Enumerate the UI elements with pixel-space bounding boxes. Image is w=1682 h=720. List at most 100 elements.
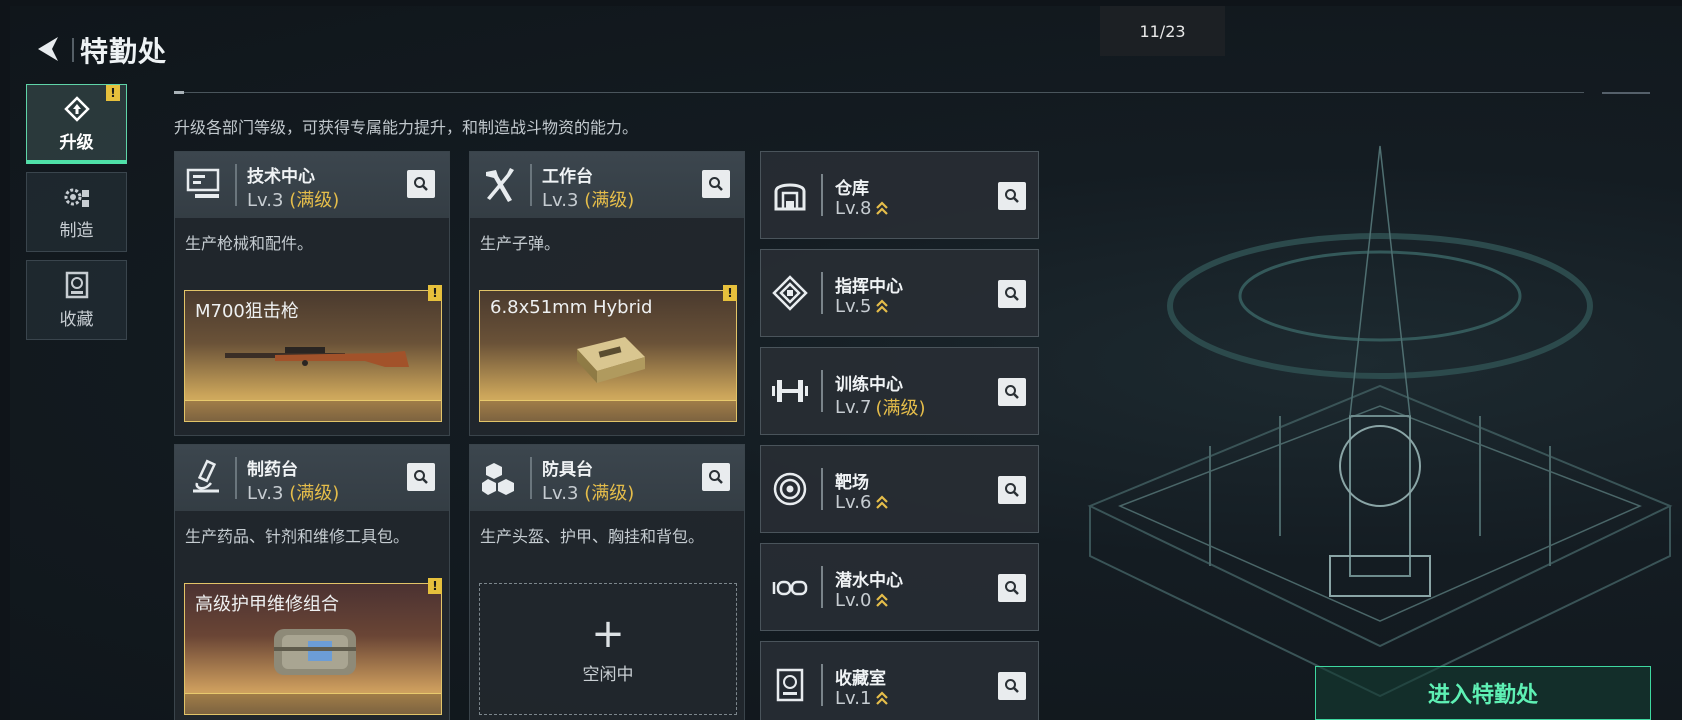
upgrade-available-icon xyxy=(876,200,889,215)
page-title: 特勤处 xyxy=(80,35,168,68)
room-level: Lv.5 xyxy=(835,296,889,317)
enter-special-ops-button[interactable]: 进入特勤处 xyxy=(1315,666,1651,720)
craft-slot[interactable]: M700狙击枪 ! xyxy=(184,285,442,422)
facility-name: 防具台 xyxy=(542,460,593,480)
gears-icon xyxy=(64,188,89,207)
trophy-case-icon xyxy=(65,271,88,298)
max-level-tag: (满级) xyxy=(875,398,926,419)
room-name: 靶场 xyxy=(835,473,869,493)
header-separator xyxy=(235,457,237,499)
facility-card-armor-bench[interactable]: 防具台 Lv.3 (满级) 生产头盔、护甲、胸挂和背包。 + 空闲中 xyxy=(469,444,745,720)
base-blueprint-illustration xyxy=(1050,86,1682,720)
search-icon xyxy=(414,470,428,484)
nav-upgrade-label: 升级 xyxy=(59,132,94,153)
facility-level: Lv.3 (满级) xyxy=(247,190,340,211)
facility-name: 制药台 xyxy=(247,460,298,480)
search-icon xyxy=(1005,483,1019,497)
facility-name: 工作台 xyxy=(542,167,593,187)
cubes-icon xyxy=(478,453,522,503)
computer-icon xyxy=(183,160,227,210)
inspect-button[interactable] xyxy=(407,170,435,198)
search-icon xyxy=(1005,189,1019,203)
inspect-button[interactable] xyxy=(998,574,1026,602)
idle-label: 空闲中 xyxy=(582,664,634,685)
inspect-button[interactable] xyxy=(998,672,1026,700)
plus-icon: + xyxy=(591,610,625,657)
room-name: 训练中心 xyxy=(835,375,903,395)
hammer-wrench-icon xyxy=(478,160,522,210)
inspect-button[interactable] xyxy=(407,463,435,491)
separator xyxy=(821,468,823,510)
nav-collection-label: 收藏 xyxy=(59,309,94,330)
room-card-diving-center[interactable]: 潜水中心 Lv.0 xyxy=(760,543,1039,631)
header-separator xyxy=(72,38,74,62)
separator xyxy=(821,566,823,608)
ammo-box-image xyxy=(510,325,710,389)
room-card-command-center[interactable]: 指挥中心 Lv.5 xyxy=(760,249,1039,337)
game-screen: 11/23 特勤处 升级 ! 制造 收藏 升级各部门等级，可获得专属能力提升，和… xyxy=(10,6,1682,720)
craft-item-name: 高级护甲维修组合 xyxy=(195,594,339,615)
facility-description: 生产头盔、护甲、胸挂和背包。 xyxy=(480,527,705,546)
inspect-button[interactable] xyxy=(702,463,730,491)
room-card-shooting-range[interactable]: 靶场 Lv.6 xyxy=(760,445,1039,533)
search-icon xyxy=(414,177,428,191)
page-counter: 11/23 xyxy=(1100,6,1225,56)
inspect-button[interactable] xyxy=(702,170,730,198)
back-arrow-icon xyxy=(38,37,58,61)
idle-slot[interactable]: + 空闲中 xyxy=(479,583,737,715)
header-separator xyxy=(235,164,237,206)
room-level: Lv.7 (满级) xyxy=(835,394,926,420)
inspect-button[interactable] xyxy=(998,378,1026,406)
back-button[interactable] xyxy=(28,29,66,69)
room-card-collection-room[interactable]: 收藏室 Lv.1 xyxy=(760,641,1039,720)
facility-card-tech-center[interactable]: 技术中心 Lv.3 (满级) 生产枪械和配件。 M700狙击枪 ! xyxy=(174,151,450,436)
room-card-training-center[interactable]: 训练中心 Lv.7 (满级) xyxy=(760,347,1039,435)
inspect-button[interactable] xyxy=(998,280,1026,308)
facility-level: Lv.3 (满级) xyxy=(542,190,635,211)
facility-card-header: 工作台 Lv.3 (满级) xyxy=(470,152,744,218)
facility-card-workbench[interactable]: 工作台 Lv.3 (满级) 生产子弹。 6.8x51mm Hybrid ! xyxy=(469,151,745,436)
alert-badge: ! xyxy=(106,85,120,101)
microscope-icon xyxy=(183,453,227,503)
header-separator xyxy=(530,457,532,499)
craft-item-name: M700狙击枪 xyxy=(195,301,299,322)
craft-slot[interactable]: 高级护甲维修组合 ! xyxy=(184,578,442,715)
upgrade-available-icon xyxy=(876,494,889,509)
facility-card-header: 防具台 Lv.3 (满级) xyxy=(470,445,744,511)
facility-description: 生产子弹。 xyxy=(480,234,561,253)
facility-card-header: 技术中心 Lv.3 (满级) xyxy=(175,152,449,218)
room-level: Lv.6 xyxy=(835,492,889,513)
room-card-warehouse[interactable]: 仓库 Lv.8 xyxy=(760,151,1039,239)
alert-badge: ! xyxy=(428,578,442,594)
collection-icon xyxy=(769,662,811,708)
nav-collection[interactable]: 收藏 xyxy=(26,260,127,340)
separator xyxy=(821,664,823,706)
room-level: Lv.0 xyxy=(835,590,889,611)
craft-item-name: 6.8x51mm Hybrid xyxy=(490,297,653,318)
search-icon xyxy=(1005,679,1019,693)
command-icon xyxy=(769,270,811,316)
room-name: 仓库 xyxy=(835,179,869,199)
max-level-tag: (满级) xyxy=(584,483,635,504)
header-separator xyxy=(530,164,532,206)
nav-upgrade[interactable]: 升级 ! xyxy=(26,84,127,164)
upgrade-icon xyxy=(63,95,90,122)
facility-description: 生产药品、针剂和维修工具包。 xyxy=(185,527,410,546)
nav-craft[interactable]: 制造 xyxy=(26,172,127,252)
repair-kit-image xyxy=(215,618,415,682)
craft-slot[interactable]: 6.8x51mm Hybrid ! xyxy=(479,285,737,422)
facility-level: Lv.3 (满级) xyxy=(247,483,340,504)
dumbbell-icon xyxy=(769,368,811,414)
facility-card-pharmacy[interactable]: 制药台 Lv.3 (满级) 生产药品、针剂和维修工具包。 高级护甲维修组合 ! xyxy=(174,444,450,720)
inspect-button[interactable] xyxy=(998,182,1026,210)
room-level: Lv.8 xyxy=(835,198,889,219)
target-icon xyxy=(769,466,811,512)
upgrade-available-icon xyxy=(876,690,889,705)
separator xyxy=(821,174,823,216)
facility-name: 技术中心 xyxy=(247,167,315,187)
inspect-button[interactable] xyxy=(998,476,1026,504)
max-level-tag: (满级) xyxy=(289,483,340,504)
warehouse-icon xyxy=(769,172,811,218)
upgrade-available-icon xyxy=(876,592,889,607)
max-level-tag: (满级) xyxy=(289,190,340,211)
